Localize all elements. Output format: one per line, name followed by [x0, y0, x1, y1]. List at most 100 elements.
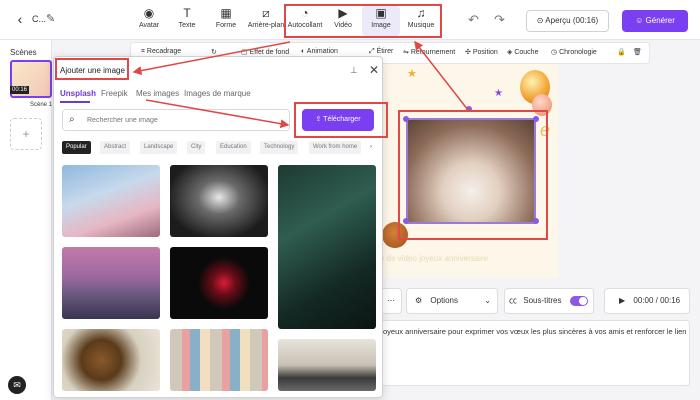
chip-landscape[interactable]: Landscape — [140, 141, 178, 154]
preview-button[interactable]: ⊙ Aperçu (00:16) — [526, 10, 609, 32]
close-icon[interactable]: ✕ — [369, 63, 379, 77]
search-input[interactable] — [87, 114, 283, 127]
generate-icon: ☺ — [635, 16, 644, 25]
play-circle-icon: ⊙ — [536, 16, 544, 25]
crop-icon: ⌗ — [141, 48, 145, 55]
options-dropdown[interactable]: ⚙ Options ⌄ — [406, 288, 498, 314]
timeline-icon: ◷ — [551, 49, 558, 56]
timecode: 00:00 / 00:16 — [633, 296, 681, 305]
search-icon: ⌕ — [69, 114, 75, 125]
animation-button[interactable]: ◐ Animation — [301, 48, 338, 55]
chat-icon[interactable]: ✉ — [8, 376, 26, 394]
timeline-label: Chronologie — [559, 49, 597, 56]
tool-avatar-label: Avatar — [138, 22, 160, 29]
photo-house-car[interactable] — [278, 339, 376, 391]
redo-icon[interactable]: ↷ — [494, 12, 505, 28]
subtitles-toggle[interactable] — [570, 296, 588, 306]
chip-technology[interactable]: Technology — [260, 141, 299, 154]
star-sticker-purple[interactable]: ★ — [494, 88, 503, 99]
shapes-icon: ▦ — [220, 6, 232, 20]
chevron-down-icon: ⌄ — [484, 296, 491, 305]
generate-button[interactable]: ☺ Générer — [622, 10, 688, 32]
back-arrow-icon[interactable]: ‹ — [12, 11, 28, 27]
chip-education[interactable]: Education — [216, 141, 251, 154]
animation-icon: ◐ — [301, 48, 306, 55]
avatar-icon: ◉ — [143, 6, 155, 20]
stretch-label: Étirer — [376, 48, 394, 55]
background-icon: ⧄ — [262, 6, 270, 20]
layer-label: Couche — [514, 49, 539, 56]
undo-icon[interactable]: ↶ — [468, 12, 479, 28]
tool-shape-label: Forme — [215, 22, 237, 29]
edit-pencil-icon[interactable]: ✎ — [46, 12, 55, 25]
add-scene-button[interactable]: + — [10, 118, 42, 150]
photo-red-light[interactable] — [170, 247, 268, 319]
highlight-image-box — [398, 110, 548, 240]
stretch-icon: ⤢ — [369, 48, 375, 55]
crop-button[interactable]: ⌗ Recadrage — [141, 48, 181, 56]
flip-icon: ⇋ — [403, 49, 409, 56]
bg-effect-icon: ▢ — [241, 49, 248, 56]
photo-server-corridor[interactable] — [170, 165, 268, 237]
pin-icon[interactable]: ⊥ — [350, 65, 358, 76]
tool-background-label: Arrière-plan — [247, 22, 285, 29]
chip-abstract[interactable]: Abstract — [100, 141, 131, 154]
tab-unsplash[interactable]: Unsplash — [60, 89, 96, 98]
options-label: Options — [430, 296, 458, 305]
highlight-upload-button — [294, 102, 388, 138]
crop-label: Recadrage — [146, 48, 182, 55]
canvas-title-text[interactable]: e de vidéo joyeux anniversaire — [380, 254, 488, 263]
cc-icon: ㏄ — [509, 296, 517, 305]
image-search-box[interactable]: ⌕ — [62, 109, 290, 131]
position-icon: ✣ — [465, 49, 471, 56]
highlight-toolbar-box — [284, 4, 442, 38]
layers-icon: ◈ — [507, 49, 513, 56]
position-button[interactable]: ✣ Position — [465, 48, 498, 56]
stretch-button[interactable]: ⤢ Étirer — [369, 48, 393, 56]
scene-label: Scène 1 — [30, 102, 53, 108]
photo-mountains-sunset[interactable] — [62, 247, 160, 319]
photo-cherry-blossom[interactable] — [62, 165, 160, 237]
subtitles-label: Sous-titres — [523, 296, 562, 305]
tool-text-label: Texte — [178, 22, 196, 29]
play-icon: ▶ — [619, 296, 626, 305]
photo-green-car[interactable] — [278, 165, 376, 329]
tool-background[interactable]: ⧄ Arrière-plan — [246, 6, 286, 29]
tool-shape[interactable]: ▦ Forme — [207, 6, 245, 29]
generate-label: Générer — [645, 16, 675, 25]
flip-button[interactable]: ⇋ Retournement — [403, 48, 455, 56]
text-icon: T — [183, 6, 191, 20]
star-sticker[interactable]: ★ — [407, 67, 417, 80]
active-tab-indicator — [60, 101, 90, 103]
preview-label: Aperçu (00:16) — [545, 16, 599, 25]
chips-next-icon[interactable]: › — [366, 141, 376, 154]
script-textarea[interactable]: oyeux anniversaire pour exprimer vos vœu… — [380, 320, 690, 386]
position-label: Position — [472, 49, 498, 56]
scene-duration: 00:16 — [10, 86, 30, 94]
tab-brand-images[interactable]: Images de marque — [184, 89, 251, 98]
trash-icon[interactable]: 🗑 — [633, 48, 642, 56]
bg-effect-button[interactable]: ▢ Effet de fond — [241, 48, 289, 56]
timeline-button[interactable]: ◷ Chronologie — [551, 48, 597, 56]
tool-text[interactable]: T Texte — [168, 6, 206, 29]
scenes-title: Scènes — [10, 48, 37, 57]
more-options-icon[interactable]: ⋯ — [380, 288, 402, 314]
project-name[interactable]: C... — [32, 14, 46, 24]
tab-freepik[interactable]: Freepik — [101, 89, 128, 98]
flip-label: Retournement — [410, 49, 456, 56]
bg-effect-label: Effet de fond — [249, 49, 290, 56]
tab-my-images[interactable]: Mes images — [136, 89, 179, 98]
rotate-icon[interactable]: ↻ — [211, 48, 217, 56]
photo-meatballs[interactable] — [62, 329, 160, 391]
chip-popular[interactable]: Popular — [62, 141, 91, 154]
lock-icon[interactable]: 🔒 — [617, 48, 626, 56]
playback-control[interactable]: ▶ 00:00 / 00:16 — [604, 288, 690, 314]
sliders-icon: ⚙ — [415, 296, 423, 305]
animation-label: Animation — [306, 48, 338, 55]
layer-button[interactable]: ◈ Couche — [507, 48, 538, 56]
chip-work-from-home[interactable]: Work from home — [309, 141, 362, 154]
photo-poster-wall[interactable] — [170, 329, 268, 391]
tool-avatar[interactable]: ◉ Avatar — [130, 6, 168, 29]
highlight-dialog-title — [55, 58, 129, 80]
chip-city[interactable]: City — [187, 141, 206, 154]
